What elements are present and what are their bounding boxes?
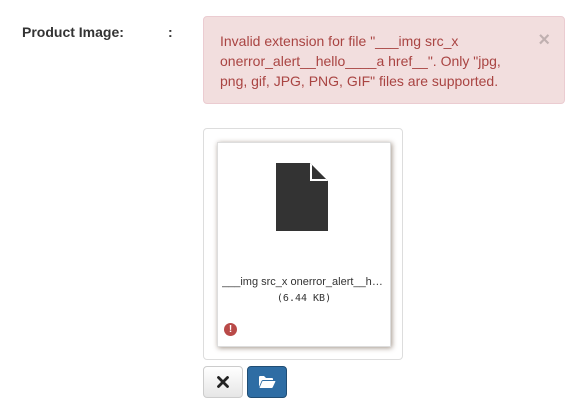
file-preview-frame: ___img src_x onerror_alert__hello____a h… xyxy=(203,128,403,360)
error-alert: Invalid extension for file "___img src_x… xyxy=(203,16,565,104)
label-colon: : xyxy=(168,24,173,40)
error-icon: ! xyxy=(224,323,237,336)
remove-icon xyxy=(217,376,229,388)
close-icon[interactable]: × xyxy=(538,30,550,50)
file-upload-page: Product Image: : Invalid extension for f… xyxy=(0,0,581,408)
folder-open-icon xyxy=(259,376,276,388)
file-name: ___img src_x onerror_alert__hello____a h… xyxy=(222,276,386,288)
product-image-label: Product Image: xyxy=(22,24,124,40)
file-preview-card: ___img src_x onerror_alert__hello____a h… xyxy=(217,142,391,347)
alert-message: Invalid extension for file "___img src_x… xyxy=(220,33,501,89)
file-size: (6.44 KB) xyxy=(276,293,332,304)
browse-button[interactable] xyxy=(247,366,287,398)
remove-button[interactable] xyxy=(203,366,243,398)
file-icon xyxy=(276,163,328,231)
